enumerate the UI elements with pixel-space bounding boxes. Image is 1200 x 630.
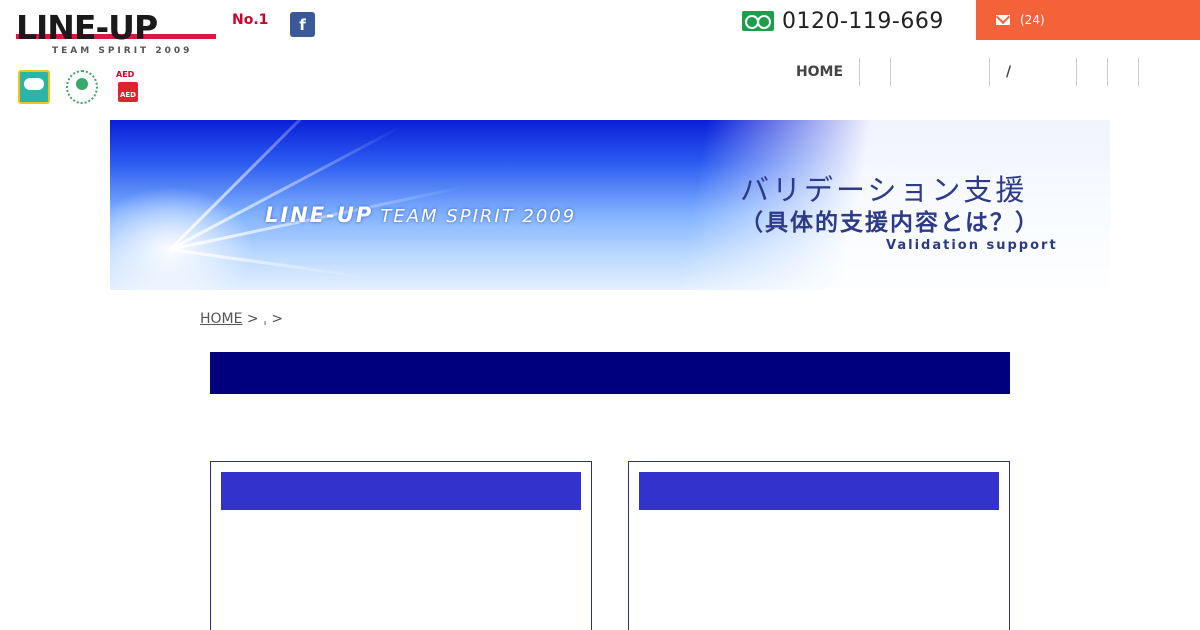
nav-item-2[interactable] (860, 58, 891, 86)
content-card (628, 461, 1010, 630)
card-title (221, 472, 581, 510)
page-title (210, 352, 1010, 394)
banner-light-ray (169, 248, 369, 279)
logo-text: LINE-UP (16, 8, 158, 47)
banner-subtitle: （具体的支援内容とは？） (740, 210, 1040, 236)
breadcrumb-home-link[interactable]: HOME (200, 311, 242, 327)
aed-badge: AED AED (116, 70, 148, 104)
no1-label: No.1 (232, 12, 269, 28)
certification-badge (18, 70, 50, 104)
contact-button[interactable]: (24) (976, 0, 1200, 40)
card-title (639, 472, 999, 510)
nav-item-4[interactable]: / (990, 58, 1077, 86)
mail-icon (996, 15, 1010, 25)
banner-english-title: Validation support (886, 238, 1058, 253)
logo-subtext: TEAM SPIRIT 2009 (52, 46, 193, 56)
site-logo[interactable]: LINE-UP TEAM SPIRIT 2009 (16, 10, 216, 58)
nav-item-3[interactable] (891, 58, 990, 86)
breadcrumb-rest: > ˌ > (242, 311, 284, 327)
page: LINE-UP TEAM SPIRIT 2009 No.1 f AED AED … (0, 0, 1200, 630)
aed-badge-box-text: AED (118, 82, 138, 102)
content-card (210, 461, 592, 630)
nav-item-6[interactable] (1108, 58, 1139, 86)
freedial-icon (742, 11, 774, 31)
nav-item-home[interactable]: HOME (780, 58, 860, 86)
nav-item-5[interactable] (1077, 58, 1108, 86)
breadcrumb: HOME > ˌ > (200, 311, 283, 327)
banner-light-ray (169, 126, 401, 251)
phone-number-block[interactable]: 0120-119-669 (742, 6, 944, 36)
facebook-icon[interactable]: f (290, 12, 315, 37)
phone-number: 0120-119-669 (782, 8, 944, 34)
contact-label: (24) (1020, 13, 1045, 27)
global-nav: HOME / (780, 58, 1139, 86)
banner-tagline: LINE-UP TEAM SPIRIT 2009 (265, 203, 576, 227)
aed-badge-top-text: AED (116, 70, 135, 79)
banner-tagline-main: LINE-UP (265, 203, 374, 227)
banner-tagline-sub: TEAM SPIRIT 2009 (380, 206, 577, 227)
green-certification-badge (66, 70, 98, 104)
hero-banner: LINE-UP TEAM SPIRIT 2009 バリデーション支援 （具体的支… (110, 120, 1110, 290)
